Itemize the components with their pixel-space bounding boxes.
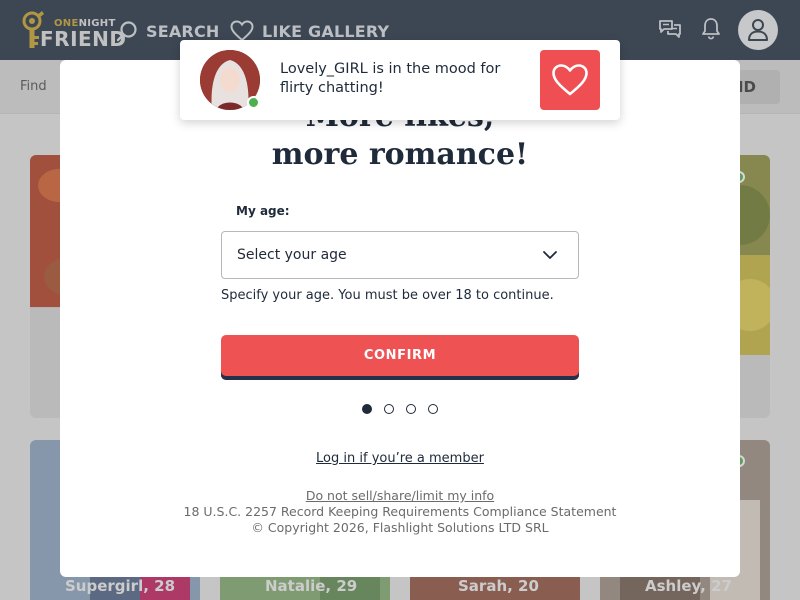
step-dot (384, 404, 394, 414)
confirm-button-label: CONFIRM (363, 348, 437, 363)
login-link-text[interactable]: Log in if you’re a member (316, 451, 484, 466)
step-dot-active (362, 404, 372, 414)
online-indicator (247, 96, 260, 109)
age-verification-modal: More likes, more romance! My age: Select… (60, 60, 740, 577)
toast-message: Lovely_GIRL is in the mood for flirty ch… (280, 61, 501, 96)
copyright-text: © Copyright 2026, Flashlight Solutions L… (251, 520, 549, 535)
step-indicator (362, 404, 438, 414)
notification-toast[interactable]: Lovely_GIRL is in the mood for flirty ch… (180, 40, 620, 120)
age-field-label: My age: (236, 204, 290, 218)
confirm-button[interactable]: CONFIRM (221, 335, 579, 380)
like-back-button[interactable] (540, 50, 600, 110)
compliance-statement-link[interactable]: 18 U.S.C. 2257 Record Keeping Requiremen… (60, 504, 740, 519)
do-not-sell-text[interactable]: Do not sell/share/limit my info (306, 488, 494, 503)
chevron-down-icon (543, 251, 557, 259)
heart-icon (552, 64, 588, 96)
headline-line-2: more romance! (271, 137, 529, 172)
age-select-value: Select your age (237, 247, 347, 263)
login-link[interactable]: Log in if you’re a member (60, 451, 740, 466)
do-not-sell-link[interactable]: Do not sell/share/limit my info (60, 488, 740, 503)
age-hint-text: Specify your age. You must be over 18 to… (221, 288, 554, 303)
step-dot (428, 404, 438, 414)
age-select-dropdown[interactable]: Select your age (221, 231, 579, 279)
step-dot (406, 404, 416, 414)
